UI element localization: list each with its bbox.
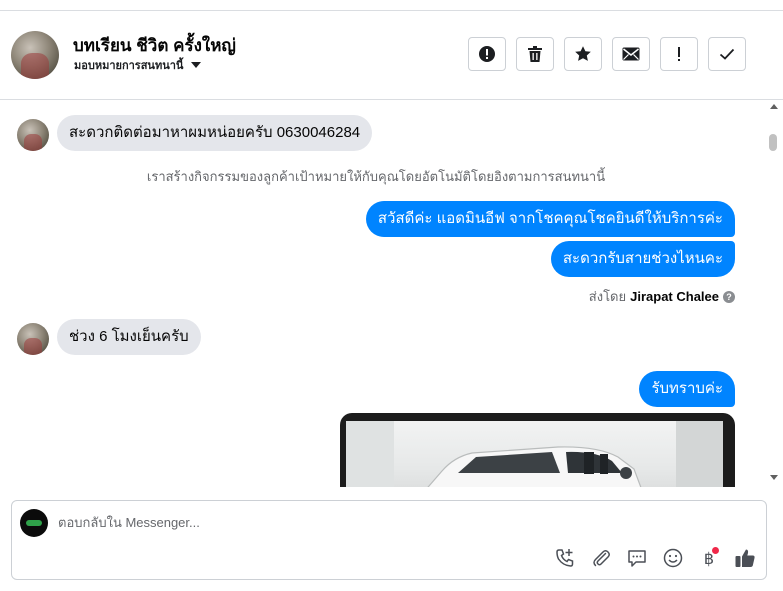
star-button[interactable]	[564, 37, 602, 71]
trash-icon	[528, 46, 542, 62]
payment-button[interactable]: ฿	[697, 546, 721, 570]
reply-input[interactable]	[58, 511, 658, 534]
contact-avatar[interactable]	[11, 31, 59, 79]
reply-composer: ฿	[11, 500, 767, 580]
saved-replies-button[interactable]	[625, 546, 649, 570]
caret-down-icon	[191, 62, 202, 68]
spam-button[interactable]	[660, 37, 698, 71]
assign-conversation-dropdown[interactable]: มอบหมายการสนทนานี้	[74, 56, 202, 74]
contact-name[interactable]: บทเรียน ชีวิต ครั้งใหญ่	[73, 32, 236, 59]
attach-file-button[interactable]	[589, 546, 613, 570]
contact-avatar-small	[17, 119, 49, 151]
outgoing-message[interactable]: รับทราบค่ะ	[639, 371, 735, 407]
check-icon	[719, 48, 735, 60]
sent-by-label: ส่งโดย Jirapat Chalee ?	[589, 286, 735, 307]
message-thread[interactable]: สะดวกติดต่อมาหาผมหน่อยครับ 0630046284 เร…	[0, 100, 766, 487]
conversation-header: บทเรียน ชีวิต ครั้งใหญ่ มอบหมายการสนทนาน…	[0, 11, 783, 100]
system-note: เราสร้างกิจกรรมของลูกค้าเป้าหมายให้กับคุ…	[146, 169, 606, 184]
outgoing-message[interactable]: สวัสดีค่ะ แอดมินอีฟ จากโชคคุณโชคยินดีให้…	[365, 201, 735, 237]
notification-dot	[712, 547, 719, 554]
outgoing-message[interactable]: สะดวกรับสายช่วงไหนคะ	[550, 241, 735, 277]
top-strip	[0, 0, 783, 11]
mark-done-button[interactable]	[708, 37, 746, 71]
thumbs-up-icon	[735, 549, 755, 567]
car-picture	[346, 421, 723, 487]
contact-avatar-small	[17, 323, 49, 355]
incoming-message[interactable]: ช่วง 6 โมงเย็นครับ	[57, 319, 201, 355]
mark-unread-button[interactable]	[612, 37, 650, 71]
scroll-up-arrow-icon[interactable]	[770, 104, 778, 109]
report-button[interactable]	[468, 37, 506, 71]
page-avatar	[20, 509, 48, 537]
phone-add-icon	[556, 549, 574, 567]
reply-footer: ฿	[0, 487, 783, 591]
scroll-down-arrow-icon[interactable]	[770, 475, 778, 480]
assign-conversation-label: มอบหมายการสนทนานี้	[74, 60, 184, 72]
call-add-button[interactable]	[553, 546, 577, 570]
scrollbar-thumb[interactable]	[769, 134, 777, 151]
envelope-icon	[622, 47, 640, 61]
incoming-message[interactable]: สะดวกติดต่อมาหาผมหน่อยครับ 0630046284	[57, 115, 373, 151]
sent-by-prefix: ส่งโดย	[588, 289, 627, 304]
paperclip-icon	[593, 550, 610, 567]
smiley-icon	[663, 548, 683, 568]
report-icon	[479, 46, 495, 62]
delete-button[interactable]	[516, 37, 554, 71]
exclamation-icon	[678, 47, 680, 61]
car-photo	[346, 421, 723, 487]
emoji-button[interactable]	[661, 546, 685, 570]
help-icon[interactable]: ?	[723, 290, 735, 303]
star-icon	[575, 46, 591, 61]
thread-scrollbar[interactable]	[766, 100, 783, 487]
like-button[interactable]	[733, 546, 757, 570]
image-attachment[interactable]	[340, 413, 735, 487]
sender-name: Jirapat Chalee	[630, 289, 719, 304]
chat-bubble-icon	[628, 550, 646, 567]
